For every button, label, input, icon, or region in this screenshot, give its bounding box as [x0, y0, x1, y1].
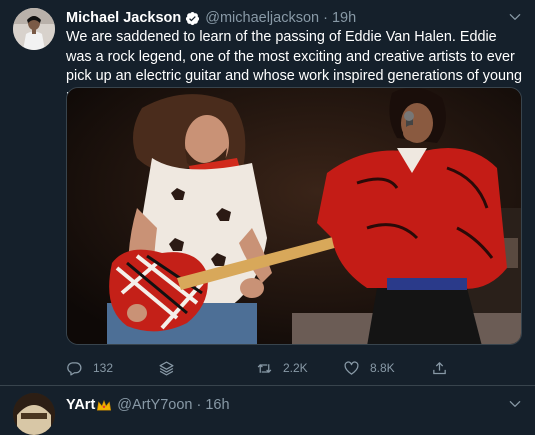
author-name[interactable]: Michael Jackson [66, 10, 181, 26]
next-author-name[interactable]: YArt [66, 397, 95, 413]
share-icon [433, 361, 446, 374]
next-author-avatar[interactable] [13, 393, 55, 435]
layers-action[interactable] [158, 358, 175, 378]
crown-emoji-icon [97, 399, 112, 410]
retweet-icon [257, 363, 272, 373]
like-count: 8.8K [370, 361, 395, 375]
retweet-action[interactable]: 2.2K [256, 358, 308, 378]
heart-icon [344, 360, 359, 375]
tweet-photo[interactable] [66, 87, 522, 345]
author-avatar[interactable] [13, 8, 55, 50]
next-timestamp[interactable]: 16h [205, 397, 229, 413]
verified-badge-icon [186, 11, 200, 25]
tweet-header: Michael Jackson @michaeljackson · 19h [66, 9, 356, 27]
next-author-handle[interactable]: @ArtY7oon [117, 397, 192, 413]
chevron-down-icon[interactable] [508, 397, 522, 411]
separator-dot: · [323, 10, 328, 26]
like-action[interactable]: 8.8K [343, 358, 395, 378]
retweet-count: 2.2K [283, 361, 308, 375]
next-tweet[interactable]: YArt @ArtY7oon · 16h [0, 386, 535, 435]
reply-icon [67, 361, 82, 376]
tweet-actions: 132 2.2K 8.8K [66, 358, 522, 378]
tweet[interactable]: Michael Jackson @michaeljackson · 19h We… [0, 0, 535, 384]
next-tweet-header: YArt @ArtY7oon · 16h [66, 397, 230, 413]
share-action[interactable] [431, 358, 448, 378]
timestamp[interactable]: 19h [332, 10, 356, 26]
reply-action[interactable]: 132 [66, 358, 113, 378]
reply-count: 132 [93, 361, 114, 375]
chevron-down-icon[interactable] [508, 10, 522, 24]
next-separator-dot: · [196, 397, 202, 413]
author-handle[interactable]: @michaeljackson [205, 10, 319, 26]
layers-icon [159, 360, 174, 376]
